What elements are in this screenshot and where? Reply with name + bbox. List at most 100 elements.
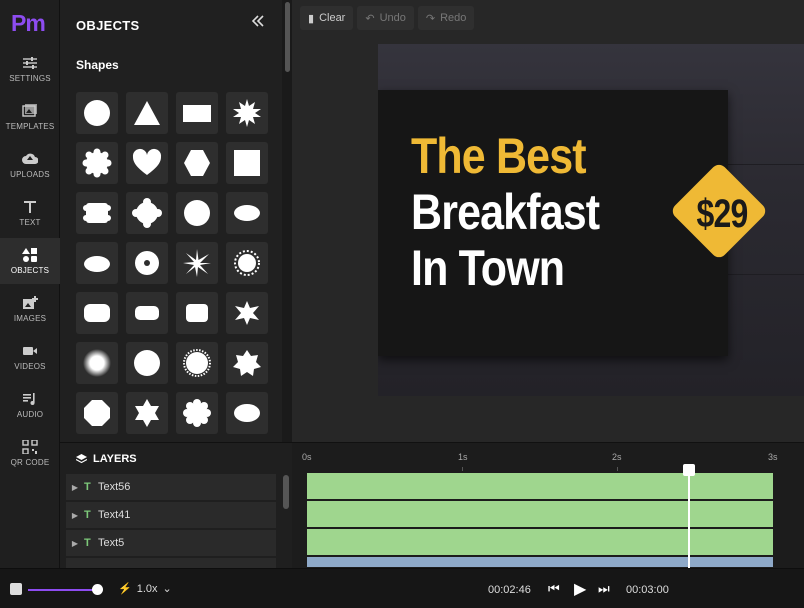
timeline-track[interactable] <box>307 473 773 499</box>
undo-button[interactable]: ↶ Undo <box>357 6 414 30</box>
scalloped-circle-shape-icon <box>82 148 112 178</box>
cloud-upload-icon <box>22 153 38 164</box>
undo-label: Undo <box>379 12 406 24</box>
skip-back-button[interactable]: ⏮ <box>548 581 560 597</box>
octagon-badge-shape-icon <box>84 400 110 426</box>
skip-forward-button[interactable]: ⏭ <box>598 581 610 597</box>
shape-label[interactable] <box>126 292 168 334</box>
headline-line-2[interactable]: Breakfast <box>411 184 600 240</box>
rail-item-settings[interactable]: SETTINGS <box>0 46 60 92</box>
shape-heart[interactable] <box>126 142 168 184</box>
rail-item-videos[interactable]: VIDEOS <box>0 334 60 380</box>
undo-icon: ↶ <box>365 12 375 25</box>
collapse-panel-button[interactable] <box>251 14 271 32</box>
seal-shape-icon <box>184 200 210 226</box>
shape-serrated-circle[interactable] <box>176 342 218 384</box>
layers-scrollbar-thumb[interactable] <box>283 475 289 509</box>
shape-seal[interactable] <box>176 192 218 234</box>
edit-toolbar: ▮ Clear ↶ Undo ↷ Redo <box>300 6 475 30</box>
shape-circle[interactable] <box>76 92 118 134</box>
redo-button[interactable]: ↷ Redo <box>417 6 475 30</box>
price-text[interactable]: $29 <box>670 192 774 237</box>
rail-item-text[interactable]: TEXT <box>0 190 60 236</box>
shape-square[interactable] <box>226 142 268 184</box>
layer-row[interactable]: ▶ T Text56 <box>66 474 276 500</box>
layer-name: Text56 <box>98 481 131 493</box>
rail-item-audio[interactable]: AUDIO <box>0 382 60 428</box>
volume-slider-handle[interactable] <box>92 584 103 595</box>
rail-label: UPLOADS <box>10 169 50 179</box>
shape-radial-glow[interactable] <box>76 342 118 384</box>
shape-rectangle[interactable] <box>176 92 218 134</box>
shape-starburst[interactable] <box>226 92 268 134</box>
headline-text[interactable]: The Best Breakfast In Town <box>411 128 600 296</box>
shape-flower[interactable] <box>226 342 268 384</box>
square-shape-icon <box>234 150 260 176</box>
speed-selector[interactable]: ⚡ 1.0x ⌄ <box>118 582 172 596</box>
shape-scalloped-circle[interactable] <box>76 142 118 184</box>
shape-wavy-oval[interactable] <box>226 392 268 434</box>
shape-octagon-badge[interactable] <box>76 392 118 434</box>
rail-item-qr-code[interactable]: QR CODE <box>0 430 60 476</box>
shape-six-point-star[interactable] <box>126 392 168 434</box>
scalloped-badge-shape-icon <box>132 198 162 228</box>
timeline-track[interactable] <box>307 529 773 555</box>
timeline-tick-label: 3s <box>768 452 778 462</box>
headline-line-3[interactable]: In Town <box>411 240 599 296</box>
rounded-rect-shape-icon <box>84 304 110 322</box>
ornate-frame-shape-icon <box>186 304 208 322</box>
timeline[interactable]: 0s 1s 2s 3s <box>292 442 804 569</box>
spike-star-shape-icon <box>183 249 211 277</box>
redo-label: Redo <box>440 12 467 24</box>
serrated-circle-shape-icon <box>183 349 211 377</box>
rail-label: AUDIO <box>16 409 44 419</box>
rail-label: QR CODE <box>10 457 50 467</box>
shape-scalloped-square[interactable] <box>76 192 118 234</box>
rail-item-templates[interactable]: TEMPLATES <box>0 94 60 140</box>
rail-label: OBJECTS <box>10 265 50 275</box>
shape-blob[interactable] <box>76 242 118 284</box>
playhead-handle[interactable] <box>683 464 695 476</box>
shape-sunburst[interactable] <box>226 242 268 284</box>
audio-track-icon[interactable] <box>10 583 22 595</box>
wavy-oval-shape-icon <box>234 404 260 422</box>
shape-ring-circle[interactable] <box>126 342 168 384</box>
playhead-line[interactable] <box>688 467 690 569</box>
volume-slider-track[interactable] <box>28 589 98 591</box>
shape-spike-star[interactable] <box>176 242 218 284</box>
shape-cloud[interactable] <box>226 192 268 234</box>
timeline-track[interactable] <box>307 557 773 567</box>
price-badge[interactable]: $29 <box>669 161 769 261</box>
shape-daisy[interactable] <box>176 392 218 434</box>
play-button[interactable]: ▶ <box>574 579 586 599</box>
rail-item-images[interactable]: IMAGES <box>0 286 60 332</box>
rail-item-objects[interactable]: OBJECTS <box>0 238 60 284</box>
shape-scalloped-badge[interactable] <box>126 192 168 234</box>
daisy-shape-icon <box>183 399 211 427</box>
sliders-icon <box>23 56 37 69</box>
headline-line-1[interactable]: The Best <box>411 128 599 184</box>
timeline-track[interactable] <box>307 501 773 527</box>
shape-ornate-frame[interactable] <box>176 292 218 334</box>
objects-scrollbar-thumb[interactable] <box>285 2 290 72</box>
layer-row[interactable]: ▶ T Text5 <box>66 530 276 556</box>
layer-row[interactable]: ▶ T Text41 <box>66 502 276 528</box>
expand-caret-icon[interactable]: ▶ <box>66 539 84 548</box>
expand-caret-icon[interactable]: ▶ <box>66 483 84 492</box>
shape-hexagon[interactable] <box>176 142 218 184</box>
design-canvas[interactable]: The Best Breakfast In Town $29 <box>378 44 804 396</box>
shape-triangle[interactable] <box>126 92 168 134</box>
app-logo[interactable]: Pm <box>0 0 59 46</box>
rail-label: TEXT <box>19 217 41 227</box>
clear-button[interactable]: ▮ Clear <box>300 6 354 30</box>
rail-label: TEMPLATES <box>5 121 55 131</box>
shapes-icon <box>22 247 37 262</box>
rail-item-uploads[interactable]: UPLOADS <box>0 142 60 188</box>
label-shape-icon <box>135 306 159 320</box>
redo-icon: ↷ <box>425 12 436 25</box>
expand-caret-icon[interactable]: ▶ <box>66 511 84 520</box>
shape-swirl[interactable] <box>126 242 168 284</box>
shape-burst[interactable] <box>226 292 268 334</box>
text-layer-icon: T <box>84 537 91 549</box>
shape-rounded-rect[interactable] <box>76 292 118 334</box>
